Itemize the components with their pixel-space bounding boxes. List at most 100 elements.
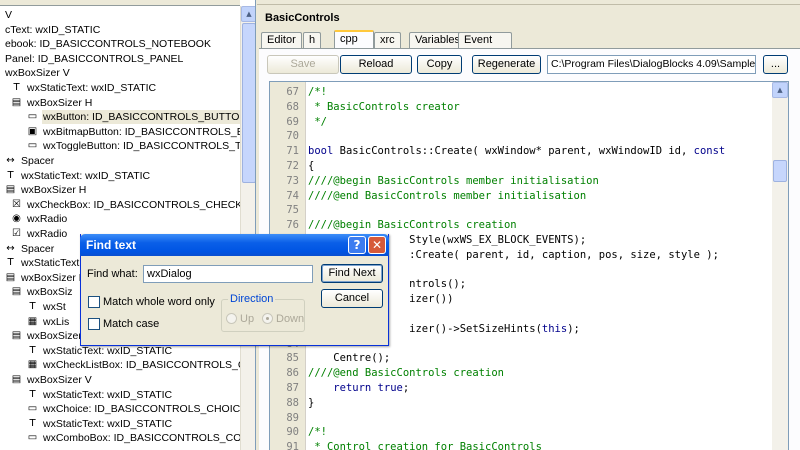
- control-type-icon: ▦: [27, 359, 38, 371]
- code-text: ;: [402, 382, 410, 394]
- tree-item[interactable]: Panel: ID_BASICCONTROLS_PANEL: [0, 52, 240, 66]
- find-what-label: Find what:: [87, 268, 138, 280]
- code-line: ////@begin BasicControls member initiali…: [308, 175, 599, 187]
- cancel-button[interactable]: Cancel: [321, 289, 383, 308]
- code-text: Centre();: [308, 352, 391, 365]
- tree-item[interactable]: ▭ wxButton: ID_BASICCONTROLS_BUTTON: [0, 110, 240, 125]
- browse-button[interactable]: ...: [763, 55, 788, 74]
- control-type-icon: ▤: [11, 330, 22, 342]
- checkbox-box[interactable]: [88, 296, 100, 308]
- code-line: /*!: [308, 86, 327, 98]
- tree-item-label: wxBoxSizer H: [21, 271, 87, 284]
- code-comment: /*!: [308, 426, 327, 439]
- tree-item[interactable]: cText: wxID_STATIC: [0, 23, 240, 37]
- tree-item[interactable]: ▭ wxComboBox: ID_BASICCONTROLS_COMB: [0, 431, 240, 445]
- tree-item-label: wxStaticText: [21, 257, 80, 270]
- tree-item[interactable]: TwxStaticText: wxID_STATIC: [0, 169, 240, 183]
- tab-event-handlers[interactable]: Event handlers: [458, 32, 513, 61]
- dialog-titlebar[interactable]: Find text ? ✕: [80, 234, 389, 256]
- line-number: 73: [286, 174, 299, 187]
- scroll-up-icon[interactable]: ▲: [772, 82, 788, 98]
- tree-item-label: wxChoice: ID_BASICCONTROLS_CHOICE: [43, 403, 240, 416]
- tab-cpp[interactable]: cpp: [334, 30, 374, 50]
- close-icon[interactable]: ✕: [368, 236, 386, 254]
- scrollbar-thumb[interactable]: [773, 160, 787, 182]
- code-text: );: [567, 322, 580, 335]
- control-type-icon: ▭: [27, 111, 38, 123]
- code-text: BasicControls::Create( wxWindow* parent,…: [333, 145, 694, 158]
- tree-item-label: Panel: ID_BASICCONTROLS_PANEL: [5, 52, 184, 65]
- find-next-button[interactable]: Find Next: [321, 264, 383, 283]
- tree-item[interactable]: ▦ wxCheckListBox: ID_BASICCONTROLS_CH: [0, 358, 240, 372]
- tree-item[interactable]: TwxStaticText: wxID_STATIC: [0, 417, 240, 431]
- tree-item[interactable]: ☒ wxCheckBox: ID_BASICCONTROLS_CHECKBOX: [0, 198, 240, 212]
- tree-item-label: Spacer: [21, 242, 55, 255]
- save-button[interactable]: Save: [267, 55, 339, 74]
- code-comment: ////@begin BasicControls member initiali…: [308, 174, 599, 187]
- tab-editor[interactable]: Editor: [261, 32, 302, 49]
- element-tree-panel: VcText: wxID_STATIC ebook: ID_BASICCONTRO…: [0, 0, 256, 450]
- tree-item[interactable]: ebook: ID_BASICCONTROLS_NOTEBOOK: [0, 37, 240, 51]
- scroll-up-icon[interactable]: ▲: [241, 6, 255, 22]
- code-comment: */: [308, 115, 327, 128]
- tree-item-label: wxCheckBox: ID_BASICCONTROLS_CHECKBOX: [27, 198, 240, 211]
- line-number: 85: [286, 352, 299, 365]
- line-number: 88: [286, 396, 299, 409]
- control-type-icon: ▤: [11, 374, 22, 385]
- code-comment: ////@end BasicControls member initialisa…: [308, 189, 587, 202]
- tree-item[interactable]: wxBoxSizer V: [0, 66, 240, 80]
- tree-item[interactable]: ▭ wxToggleButton: ID_BASICCONTROLS_TOGGL: [0, 139, 240, 153]
- element-tree[interactable]: VcText: wxID_STATIC ebook: ID_BASICCONTRO…: [0, 6, 240, 450]
- tree-item[interactable]: ▤ wxBoxSizer H: [0, 183, 240, 197]
- code-keyword: const: [693, 145, 726, 158]
- tree-item-label: wxCheckListBox: ID_BASICCONTROLS_CH: [43, 359, 240, 372]
- code-line: ////@end BasicControls creation: [308, 367, 504, 379]
- control-type-icon: ☑: [12, 228, 21, 239]
- control-type-icon: ☒: [12, 198, 21, 210]
- editor-top-strip: [257, 0, 800, 5]
- line-number: 70: [286, 130, 299, 143]
- reload-button[interactable]: Reload: [340, 55, 412, 74]
- tree-item[interactable]: ▭ wxChoice: ID_BASICCONTROLS_CHOICE: [0, 402, 240, 416]
- tree-item[interactable]: TwxStaticText: wxID_STATIC: [0, 81, 240, 95]
- tree-item-label: wxStaticText: wxID_STATIC: [27, 82, 157, 94]
- tree-scrollbar[interactable]: ▲: [240, 6, 255, 450]
- code-keyword: this: [541, 322, 568, 335]
- tree-item-label: wxBoxSizer H: [21, 184, 87, 197]
- code-text: }: [308, 396, 315, 409]
- tab-xrc[interactable]: xrc: [374, 32, 401, 49]
- control-type-icon: ▦: [27, 315, 38, 327]
- tree-item-label: cText: wxID_STATIC: [5, 23, 101, 36]
- control-type-icon: T: [13, 82, 20, 93]
- tree-item-label: wxToggleButton: ID_BASICCONTROLS_TOGGL: [43, 140, 240, 153]
- direction-group: Direction Up Down: [221, 293, 305, 332]
- code-line: */: [308, 116, 327, 128]
- tree-item[interactable]: ◉ wxRadio: [0, 212, 240, 226]
- regenerate-button[interactable]: Regenerate: [472, 55, 541, 74]
- line-number: 69: [286, 115, 299, 128]
- checkbox-box[interactable]: [88, 318, 100, 330]
- direction-label: Direction: [228, 293, 276, 305]
- tree-item-label: wxLis: [43, 315, 70, 328]
- tree-item-label: wxStaticText: wxID_STATIC: [21, 169, 151, 182]
- help-icon[interactable]: ?: [348, 236, 366, 254]
- control-type-icon: T: [7, 257, 14, 269]
- control-type-icon: ↔: [6, 155, 15, 166]
- tree-item[interactable]: ▤ wxBoxSizer V: [0, 373, 240, 387]
- scrollbar-thumb[interactable]: [242, 23, 255, 183]
- tree-item[interactable]: ▣ wxBitmapButton: ID_BASICCONTROLS_BITMAI: [0, 125, 240, 139]
- tree-item[interactable]: ↔ Spacer: [0, 154, 240, 168]
- code-comment: * BasicControls creator: [308, 100, 460, 113]
- tree-item[interactable]: TwxStaticText: wxID_STATIC: [0, 388, 240, 402]
- tab-h[interactable]: h: [303, 32, 322, 49]
- tree-item-label: V: [5, 9, 13, 21]
- copy-button[interactable]: Copy: [417, 55, 462, 74]
- tree-item-label: wxBoxSizer H: [27, 96, 93, 109]
- tree-item[interactable]: V: [0, 8, 240, 22]
- file-path-field[interactable]: C:\Program Files\DialogBlocks 4.09\Sampl…: [547, 55, 756, 74]
- line-number: 75: [286, 204, 299, 217]
- code-scrollbar[interactable]: ▲: [772, 82, 788, 450]
- find-what-input[interactable]: [143, 265, 313, 283]
- tree-item[interactable]: ▤ wxBoxSizer H: [0, 96, 240, 110]
